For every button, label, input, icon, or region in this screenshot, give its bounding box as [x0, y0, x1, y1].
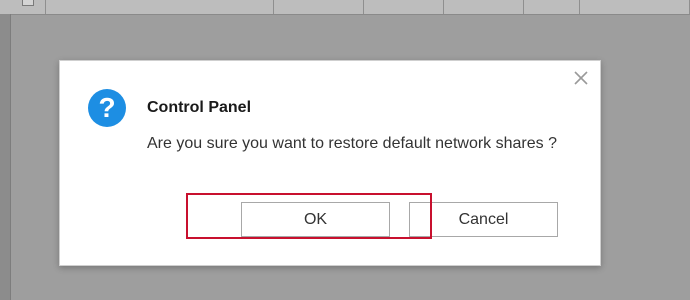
background-sidebar [0, 14, 11, 300]
table-header-cell [274, 0, 364, 14]
question-glyph: ? [98, 92, 116, 123]
question-icon: ? [88, 89, 126, 127]
cancel-button-label: Cancel [458, 210, 509, 228]
background-table-header [0, 0, 690, 15]
select-all-checkbox[interactable] [22, 0, 34, 6]
close-icon [574, 71, 588, 85]
ok-button-label: OK [303, 210, 328, 228]
dialog-title: Control Panel [147, 99, 252, 116]
ok-button[interactable]: OK [241, 202, 390, 237]
table-header-cell [364, 0, 444, 14]
table-header-cell [46, 0, 274, 14]
cancel-button[interactable]: Cancel [409, 202, 558, 237]
dialog-message: Are you sure you want to restore default… [147, 135, 557, 152]
table-header-cell [524, 0, 580, 14]
confirm-dialog: ? Control Panel Are you sure you want to… [59, 60, 601, 266]
table-header-cell [580, 0, 690, 14]
close-button[interactable] [572, 69, 590, 87]
table-header-cell [444, 0, 524, 14]
